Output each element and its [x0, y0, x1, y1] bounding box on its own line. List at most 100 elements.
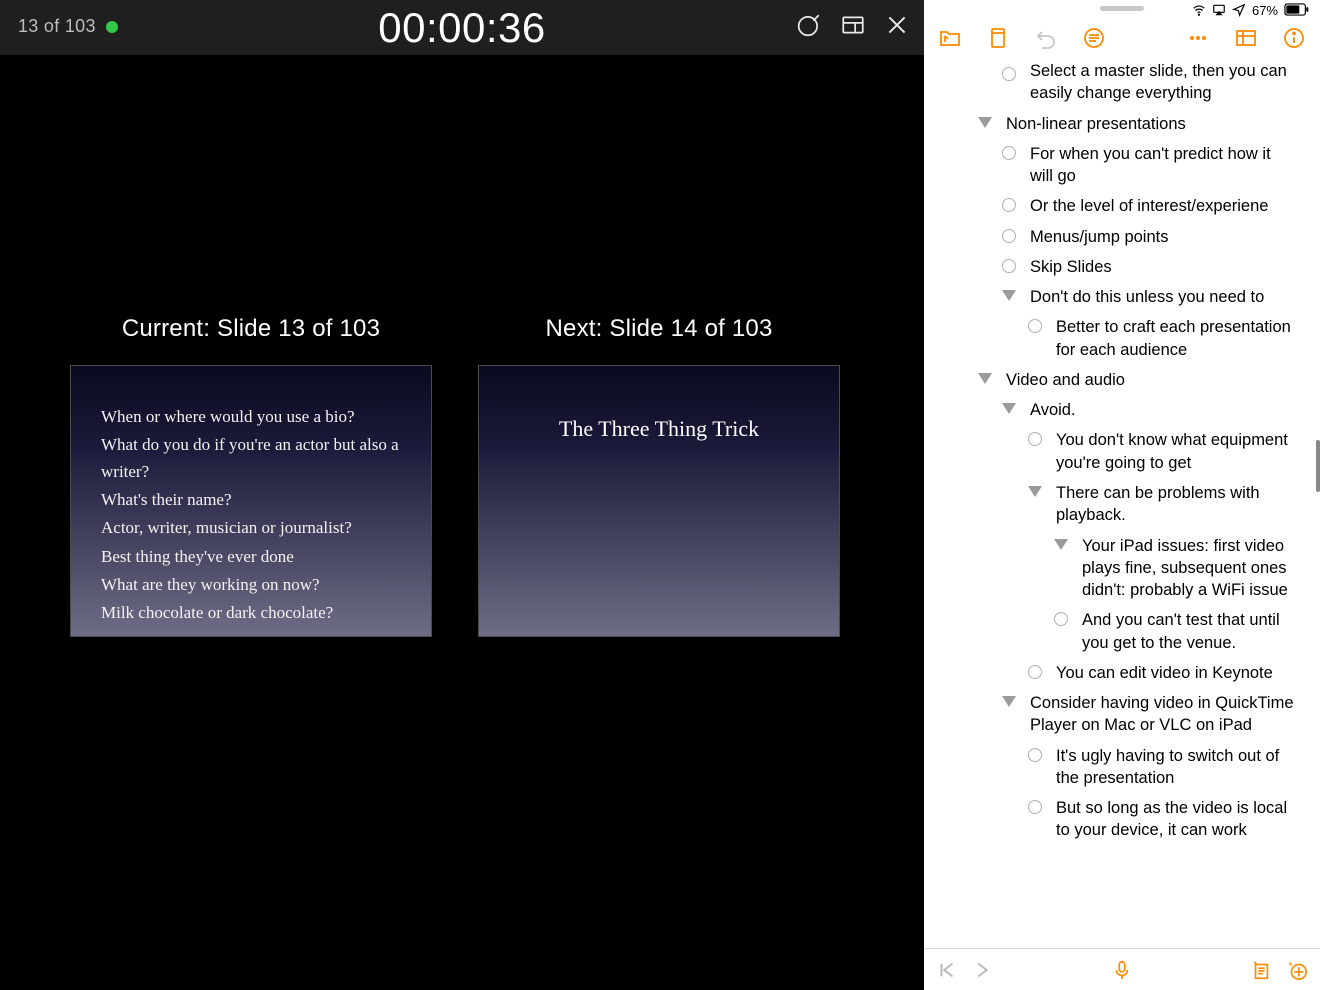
- outline-text[interactable]: You don't know what equipment you're goi…: [1056, 429, 1306, 474]
- recording-indicator-icon: [106, 21, 118, 33]
- outline-row[interactable]: It's ugly having to switch out of the pr…: [924, 741, 1320, 794]
- outline-text[interactable]: Non-linear presentations: [1006, 113, 1306, 135]
- slide-line: Actor, writer, musician or journalist?: [101, 515, 401, 541]
- outline-text[interactable]: For when you can't predict how it will g…: [1030, 143, 1306, 188]
- scroll-indicator[interactable]: [1316, 440, 1320, 492]
- notes-bottom-bar: [924, 948, 1320, 990]
- slide-line: What are they working on now?: [101, 572, 401, 598]
- status-circle-icon[interactable]: [1054, 612, 1068, 626]
- disclosure-triangle-icon[interactable]: [1002, 403, 1016, 414]
- multitasking-handle-icon[interactable]: [1100, 6, 1144, 11]
- microphone-icon[interactable]: [1111, 959, 1133, 981]
- status-circle-icon[interactable]: [1002, 146, 1016, 160]
- outline-list[interactable]: Select a master slide, then you can easi…: [924, 60, 1320, 948]
- note-icon[interactable]: [1250, 959, 1272, 981]
- status-circle-icon[interactable]: [1002, 67, 1016, 81]
- outline-text[interactable]: Don't do this unless you need to: [1030, 286, 1306, 308]
- more-icon[interactable]: [1186, 26, 1210, 50]
- presenter-top-bar: 13 of 103 00:00:36: [0, 0, 924, 55]
- documents-icon[interactable]: [938, 26, 962, 50]
- outline-row[interactable]: For when you can't predict how it will g…: [924, 139, 1320, 192]
- outline-row[interactable]: You can edit video in Keynote: [924, 658, 1320, 688]
- next-slide-label: Next: Slide 14 of 103: [478, 315, 840, 343]
- status-circle-icon[interactable]: [1028, 319, 1042, 333]
- outline-text[interactable]: Or the level of interest/experiene: [1030, 195, 1306, 217]
- disclosure-triangle-icon[interactable]: [1002, 696, 1016, 707]
- outline-row[interactable]: But so long as the video is local to you…: [924, 793, 1320, 846]
- document-icon[interactable]: [986, 26, 1010, 50]
- outline-text[interactable]: Your iPad issues: first video plays fine…: [1082, 535, 1306, 602]
- notes-panel: 67%: [924, 0, 1320, 990]
- status-circle-icon[interactable]: [1028, 665, 1042, 679]
- presenter-view: 13 of 103 00:00:36 Current: Slide 13 of …: [0, 0, 924, 990]
- status-circle-icon[interactable]: [1002, 229, 1016, 243]
- outline-text[interactable]: Better to craft each presentation for ea…: [1056, 316, 1306, 361]
- add-icon[interactable]: [1286, 959, 1308, 981]
- presenter-toolbar: [796, 12, 910, 38]
- status-circle-icon[interactable]: [1028, 748, 1042, 762]
- outline-row[interactable]: Menus/jump points: [924, 222, 1320, 252]
- outline-text[interactable]: Menus/jump points: [1030, 226, 1306, 248]
- disclosure-triangle-icon[interactable]: [978, 373, 992, 384]
- annotate-icon[interactable]: [796, 12, 822, 38]
- next-slide-title: The Three Thing Trick: [499, 416, 819, 442]
- status-circle-icon[interactable]: [1002, 198, 1016, 212]
- nav-next-icon[interactable]: [972, 959, 994, 981]
- battery-percent: 67%: [1252, 3, 1278, 18]
- battery-icon: [1284, 3, 1310, 17]
- status-circle-icon[interactable]: [1028, 800, 1042, 814]
- nav-first-icon[interactable]: [936, 959, 958, 981]
- disclosure-triangle-icon[interactable]: [1028, 486, 1042, 497]
- outline-row[interactable]: Consider having video in QuickTime Playe…: [924, 688, 1320, 741]
- outline-row[interactable]: And you can't test that until you get to…: [924, 605, 1320, 658]
- outline-text[interactable]: Select a master slide, then you can easi…: [1030, 60, 1306, 105]
- wifi-icon: [1192, 3, 1206, 17]
- outline-row[interactable]: Select a master slide, then you can easi…: [924, 60, 1320, 109]
- outline-text[interactable]: You can edit video in Keynote: [1056, 662, 1306, 684]
- disclosure-triangle-icon[interactable]: [978, 117, 992, 128]
- airplay-icon: [1212, 3, 1226, 17]
- next-slide-preview[interactable]: The Three Thing Trick: [478, 365, 840, 637]
- undo-icon[interactable]: [1034, 26, 1058, 50]
- outline-row[interactable]: You don't know what equipment you're goi…: [924, 425, 1320, 478]
- outline-text[interactable]: And you can't test that until you get to…: [1082, 609, 1306, 654]
- outline-style-icon[interactable]: [1082, 26, 1106, 50]
- current-slide-preview[interactable]: When or where would you use a bio?What d…: [70, 365, 432, 637]
- slide-line: Milk chocolate or dark chocolate?: [101, 600, 401, 626]
- outline-row[interactable]: Your iPad issues: first video plays fine…: [924, 531, 1320, 606]
- outline-text[interactable]: Avoid.: [1030, 399, 1306, 421]
- slide-line: When or where would you use a bio?: [101, 404, 401, 430]
- presenter-timer[interactable]: 00:00:36: [378, 4, 546, 52]
- disclosure-triangle-icon[interactable]: [1054, 539, 1068, 550]
- outline-text[interactable]: It's ugly having to switch out of the pr…: [1056, 745, 1306, 790]
- slide-line: What's their name?: [101, 487, 401, 513]
- outline-text[interactable]: Consider having video in QuickTime Playe…: [1030, 692, 1306, 737]
- outline-row[interactable]: There can be problems with playback.: [924, 478, 1320, 531]
- next-slide-col: Next: Slide 14 of 103 The Three Thing Tr…: [478, 315, 840, 637]
- notes-toolbar: [924, 20, 1320, 60]
- outline-row[interactable]: Skip Slides: [924, 252, 1320, 282]
- close-icon[interactable]: [884, 12, 910, 38]
- slide-line: Best thing they've ever done: [101, 544, 401, 570]
- outline-row[interactable]: Avoid.: [924, 395, 1320, 425]
- outline-row[interactable]: Video and audio: [924, 365, 1320, 395]
- disclosure-triangle-icon[interactable]: [1002, 290, 1016, 301]
- slides-row: Current: Slide 13 of 103 When or where w…: [0, 315, 924, 637]
- view-icon[interactable]: [1234, 26, 1258, 50]
- current-slide-label: Current: Slide 13 of 103: [70, 315, 432, 343]
- status-circle-icon[interactable]: [1002, 259, 1016, 273]
- outline-row[interactable]: Or the level of interest/experiene: [924, 191, 1320, 221]
- outline-row[interactable]: Don't do this unless you need to: [924, 282, 1320, 312]
- outline-text[interactable]: There can be problems with playback.: [1056, 482, 1306, 527]
- outline-row[interactable]: Non-linear presentations: [924, 109, 1320, 139]
- outline-text[interactable]: But so long as the video is local to you…: [1056, 797, 1306, 842]
- status-circle-icon[interactable]: [1028, 432, 1042, 446]
- slide-counter: 13 of 103: [18, 16, 118, 37]
- info-icon[interactable]: [1282, 26, 1306, 50]
- location-icon: [1232, 3, 1246, 17]
- outline-text[interactable]: Video and audio: [1006, 369, 1306, 391]
- layout-icon[interactable]: [840, 12, 866, 38]
- outline-row[interactable]: Better to craft each presentation for ea…: [924, 312, 1320, 365]
- outline-text[interactable]: Skip Slides: [1030, 256, 1306, 278]
- slide-counter-text: 13 of 103: [18, 16, 96, 37]
